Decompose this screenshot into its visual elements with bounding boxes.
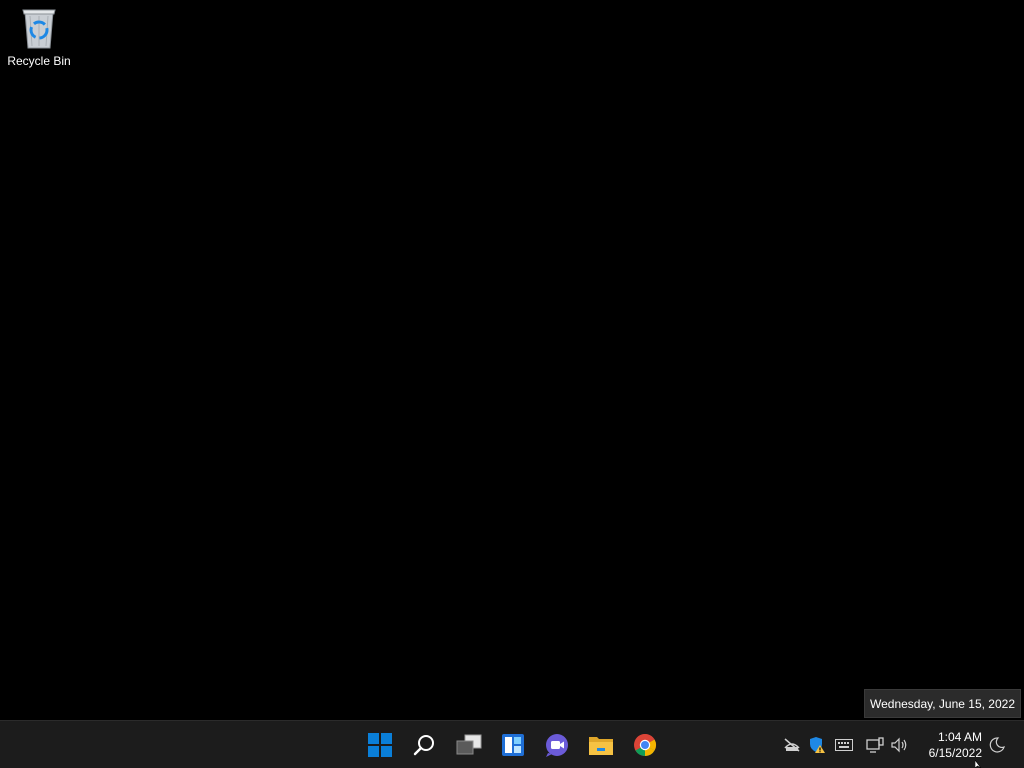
task-view-icon [456, 734, 482, 755]
display-icon [866, 737, 884, 753]
focus-assist-moon-icon [989, 737, 1005, 753]
network-disconnected-icon [784, 738, 800, 752]
chrome-button[interactable] [627, 727, 663, 763]
chat-button[interactable] [539, 727, 575, 763]
windows-logo-icon [368, 733, 392, 757]
mouse-cursor-icon [975, 760, 982, 768]
keyboard-icon [835, 739, 853, 751]
volume-tray-button[interactable] [890, 735, 910, 755]
recycle-bin-label: Recycle Bin [7, 54, 71, 68]
clock-time: 1:04 AM [937, 730, 982, 744]
desktop: Recycle Bin [0, 0, 1024, 720]
task-view-button[interactable] [451, 727, 487, 763]
teams-chat-icon [546, 734, 568, 757]
recycle-bin-icon [22, 9, 56, 49]
search-button[interactable] [406, 727, 442, 763]
focus-assist-button[interactable] [987, 735, 1007, 755]
date-tooltip: Wednesday, June 15, 2022 [864, 689, 1021, 718]
display-tray-button[interactable] [865, 735, 885, 755]
taskbar: 1:04 AM 6/15/2022 [0, 720, 1024, 768]
desktop-icon-recycle-bin[interactable]: Recycle Bin [4, 6, 74, 74]
keyboard-tray-button[interactable] [834, 735, 854, 755]
chrome-icon [634, 734, 656, 756]
clock-date: 6/15/2022 [928, 746, 982, 760]
widgets-button[interactable] [495, 727, 531, 763]
search-icon [413, 735, 434, 756]
volume-icon [891, 737, 907, 753]
file-explorer-button[interactable] [583, 727, 619, 763]
windows-security-warning-icon [810, 737, 825, 753]
folder-icon [589, 737, 613, 755]
security-tray-button[interactable] [807, 735, 827, 755]
widgets-icon [502, 734, 524, 756]
start-button[interactable] [362, 727, 398, 763]
clock-button[interactable]: 1:04 AM 6/15/2022 [916, 727, 984, 763]
network-tray-button[interactable] [782, 735, 802, 755]
